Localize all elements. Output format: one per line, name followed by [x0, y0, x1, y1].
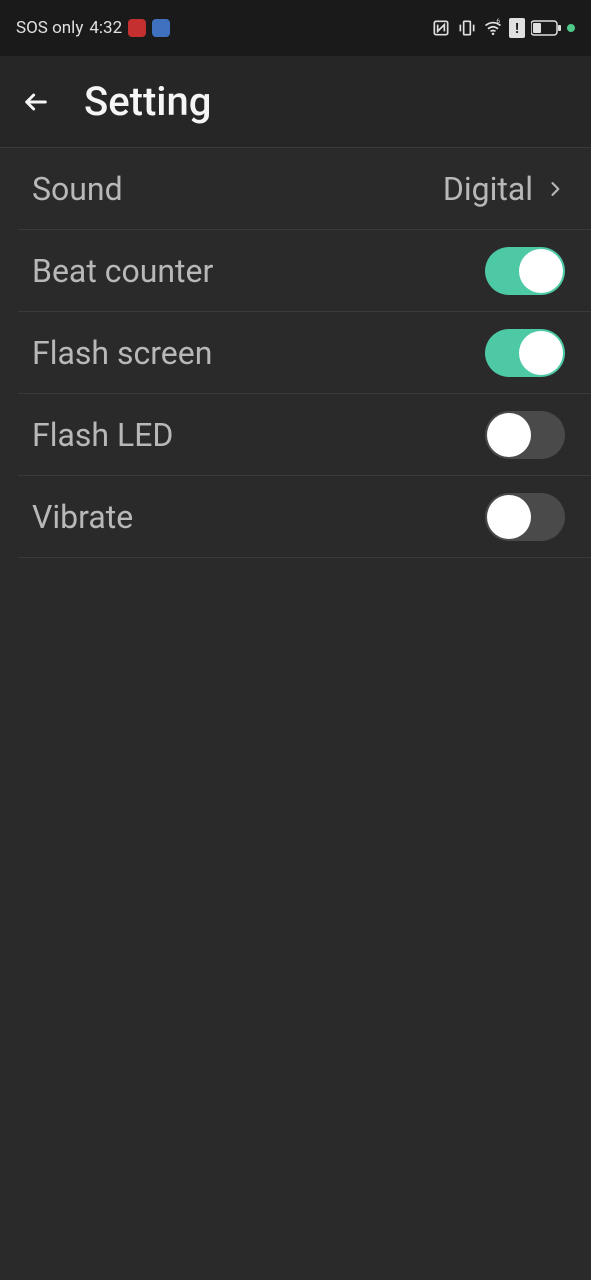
network-status: SOS only: [16, 18, 83, 38]
toggle-thumb: [519, 249, 563, 293]
battery-icon: [531, 20, 561, 36]
app-notification-icon-1: [128, 19, 146, 37]
toggle-thumb: [519, 331, 563, 375]
nfc-icon: [431, 18, 451, 38]
svg-text:!: !: [515, 21, 519, 37]
flash-led-label: Flash LED: [32, 416, 173, 454]
clock: 4:32: [89, 18, 122, 38]
chevron-right-icon: [545, 179, 565, 199]
vibrate-icon: [457, 18, 477, 38]
sound-label: Sound: [32, 170, 123, 208]
wifi-icon: 6: [483, 18, 503, 38]
warning-icon: !: [509, 18, 525, 38]
setting-row-flash-led: Flash LED: [18, 394, 591, 476]
settings-list: Sound Digital Beat counter Flash screen …: [0, 148, 591, 558]
flash-screen-label: Flash screen: [32, 334, 212, 372]
vibrate-toggle[interactable]: [485, 493, 565, 541]
flash-screen-toggle[interactable]: [485, 329, 565, 377]
page-title: Setting: [84, 78, 211, 125]
back-arrow-icon: [22, 88, 50, 116]
back-button[interactable]: [20, 86, 52, 118]
vibrate-label: Vibrate: [32, 498, 133, 536]
setting-row-flash-screen: Flash screen: [18, 312, 591, 394]
active-indicator-icon: [567, 24, 575, 32]
sound-value: Digital: [443, 170, 533, 208]
toggle-thumb: [487, 413, 531, 457]
setting-row-sound[interactable]: Sound Digital: [18, 148, 591, 230]
status-bar-right: 6 !: [431, 18, 575, 38]
toggle-thumb: [487, 495, 531, 539]
status-bar: SOS only 4:32 6 !: [0, 0, 591, 56]
flash-led-toggle[interactable]: [485, 411, 565, 459]
app-bar: Setting: [0, 56, 591, 148]
sound-value-group: Digital: [443, 170, 565, 208]
setting-row-vibrate: Vibrate: [18, 476, 591, 558]
app-notification-icon-2: [152, 19, 170, 37]
beat-counter-toggle[interactable]: [485, 247, 565, 295]
status-bar-left: SOS only 4:32: [16, 18, 170, 38]
beat-counter-label: Beat counter: [32, 252, 213, 290]
setting-row-beat-counter: Beat counter: [18, 230, 591, 312]
svg-text:6: 6: [496, 18, 500, 25]
